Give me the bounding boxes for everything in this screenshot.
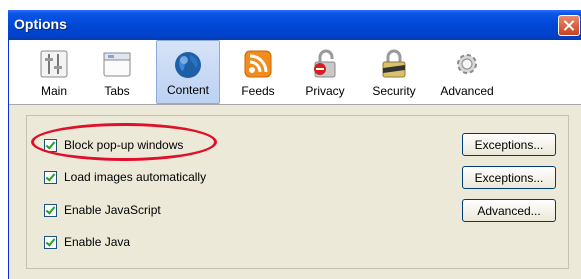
tab-privacy[interactable]: Privacy xyxy=(297,40,353,104)
tab-advanced[interactable]: Advanced xyxy=(435,40,499,104)
category-toolbar: Main Tabs Content Feeds Privacy Security… xyxy=(9,40,581,105)
rss-icon xyxy=(244,50,272,78)
privacy-icon xyxy=(314,49,336,78)
highlight-ellipse xyxy=(31,123,217,161)
tab-tabs-label: Tabs xyxy=(104,84,130,98)
load-images-label: Load images automatically xyxy=(64,170,207,184)
tab-security[interactable]: Security xyxy=(366,40,422,104)
main-icon xyxy=(40,50,68,78)
enable-java-checkbox[interactable] xyxy=(44,235,57,249)
tab-security-label: Security xyxy=(372,84,416,98)
tabs-icon xyxy=(103,52,131,77)
enable-javascript-checkbox[interactable] xyxy=(44,203,57,217)
tab-content[interactable]: Content xyxy=(156,40,220,104)
load-images-checkbox[interactable] xyxy=(44,170,57,184)
images-exceptions-button[interactable]: Exceptions... xyxy=(462,166,556,189)
tab-privacy-label: Privacy xyxy=(305,84,345,98)
javascript-advanced-button[interactable]: Advanced... xyxy=(462,199,556,222)
gear-icon xyxy=(457,54,477,74)
tab-content-label: Content xyxy=(166,83,210,97)
tab-main[interactable]: Main xyxy=(30,40,78,104)
tab-main-label: Main xyxy=(40,84,67,98)
tab-feeds[interactable]: Feeds xyxy=(234,40,282,104)
globe-icon xyxy=(175,52,201,78)
title-bar[interactable]: Options xyxy=(8,10,581,40)
tab-feeds-label: Feeds xyxy=(241,84,275,98)
tab-advanced-label: Advanced xyxy=(440,84,494,98)
option-load-images[interactable]: Load images automatically xyxy=(44,168,206,186)
option-enable-java[interactable]: Enable Java xyxy=(44,233,130,251)
window-title: Options xyxy=(14,16,67,32)
enable-java-label: Enable Java xyxy=(64,235,131,249)
tab-tabs[interactable]: Tabs xyxy=(93,40,141,104)
popup-exceptions-button[interactable]: Exceptions... xyxy=(462,133,556,156)
option-enable-javascript[interactable]: Enable JavaScript xyxy=(44,201,161,219)
close-icon[interactable] xyxy=(558,15,580,36)
lock-icon xyxy=(382,49,406,78)
enable-javascript-label: Enable JavaScript xyxy=(64,203,161,217)
